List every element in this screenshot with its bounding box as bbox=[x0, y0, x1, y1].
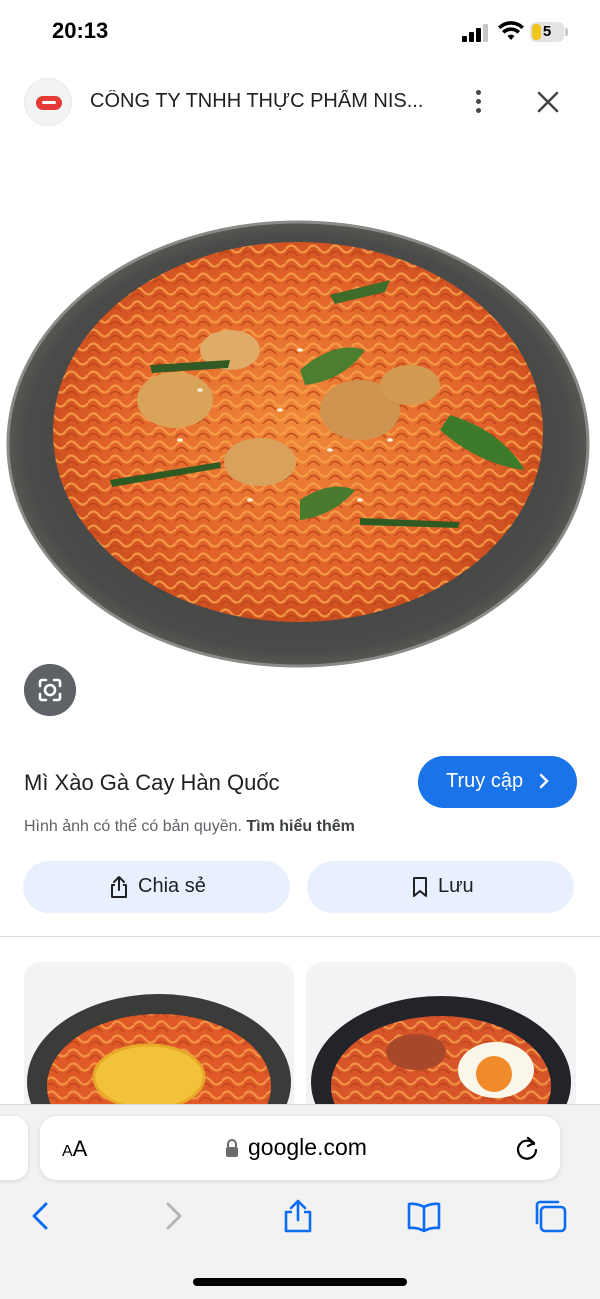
chevron-right-icon bbox=[539, 773, 549, 789]
copyright-notice: Hình ảnh có thể có bản quyền. Tìm hiểu t… bbox=[24, 818, 355, 836]
close-icon[interactable] bbox=[532, 86, 564, 118]
copyright-text: Hình ảnh có thể có bản quyền. bbox=[24, 818, 242, 835]
share-sheet-icon[interactable] bbox=[280, 1198, 316, 1234]
url-text: google.com bbox=[248, 1134, 367, 1160]
address-bar[interactable]: AA google.com bbox=[40, 1116, 560, 1180]
tabs-icon[interactable] bbox=[532, 1198, 568, 1234]
main-image[interactable] bbox=[0, 200, 600, 680]
wifi-icon bbox=[498, 21, 524, 40]
source-header: CÔNG TY TNHH THỰC PHẨM NIS... bbox=[0, 72, 600, 132]
lock-icon bbox=[226, 1139, 238, 1157]
reader-settings-button[interactable]: AA bbox=[62, 1136, 87, 1162]
source-site-title[interactable]: CÔNG TY TNHH THỰC PHẨM NIS... bbox=[90, 90, 440, 113]
status-bar: 20:13 5 bbox=[0, 0, 600, 64]
share-label: Chia sẻ bbox=[138, 875, 206, 897]
more-vertical-icon[interactable] bbox=[466, 86, 490, 118]
forward-icon[interactable] bbox=[154, 1198, 190, 1234]
visit-button[interactable]: Truy cập bbox=[418, 756, 577, 808]
previous-tab-preview[interactable] bbox=[0, 1116, 28, 1180]
share-button[interactable]: Chia sẻ bbox=[23, 861, 290, 913]
image-title[interactable]: Mì Xào Gà Cay Hàn Quốc bbox=[24, 770, 280, 796]
back-icon[interactable] bbox=[24, 1198, 60, 1234]
bookmark-icon bbox=[413, 877, 427, 897]
bookmarks-icon[interactable] bbox=[406, 1198, 442, 1234]
aa-label: AA bbox=[62, 1136, 88, 1161]
reload-icon[interactable] bbox=[514, 1134, 540, 1162]
divider bbox=[0, 936, 600, 937]
save-button[interactable]: Lưu bbox=[307, 861, 574, 913]
google-lens-icon[interactable] bbox=[24, 664, 76, 716]
battery-icon: 5 bbox=[530, 22, 564, 42]
site-logo[interactable] bbox=[24, 78, 72, 126]
learn-more-link[interactable]: Tìm hiểu thêm bbox=[246, 818, 354, 835]
cellular-signal-icon bbox=[462, 24, 490, 42]
share-icon bbox=[111, 876, 127, 898]
home-indicator bbox=[193, 1278, 407, 1286]
status-time: 20:13 bbox=[52, 18, 109, 43]
battery-level: 5 bbox=[542, 23, 552, 40]
visit-label: Truy cập bbox=[446, 770, 524, 792]
save-label: Lưu bbox=[438, 875, 474, 897]
